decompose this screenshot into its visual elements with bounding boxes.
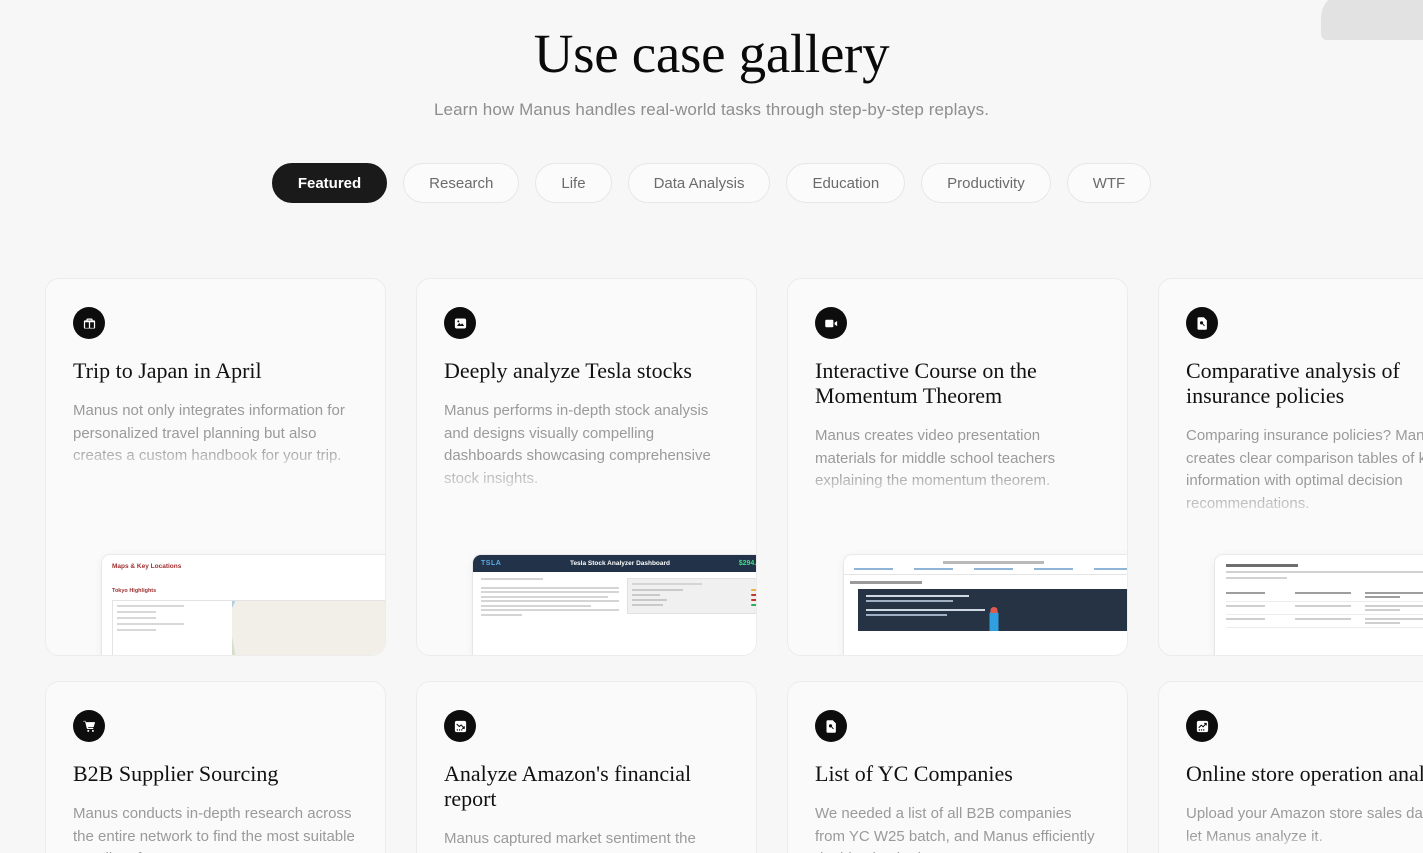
use-case-grid-wrapper: Trip to Japan in April Manus not only int… (45, 278, 1423, 853)
thumb-map (112, 600, 385, 655)
document-search-icon (1186, 307, 1218, 339)
shopping-cart-icon (73, 710, 105, 742)
use-case-card[interactable]: Comparative analysis of insurance polici… (1158, 278, 1423, 656)
use-case-card[interactable]: B2B Supplier Sourcing Manus conducts in-d… (45, 681, 386, 853)
chart-growth-icon (1186, 710, 1218, 742)
use-case-card[interactable]: Interactive Course on the Momentum Theor… (787, 278, 1128, 656)
filter-pill-wtf[interactable]: WTF (1066, 163, 1152, 203)
use-case-gallery-page: Use case gallery Learn how Manus handles… (0, 0, 1423, 853)
card-description: Comparing insurance policies? Manus crea… (1186, 427, 1423, 512)
thumb-price: $294.95 (738, 560, 757, 567)
card-description: Manus not only integrates information fo… (73, 402, 345, 464)
card-thumbnail-area (788, 555, 1127, 655)
card-thumbnail-area: Maps & Key Locations Tokyo Highlights (46, 555, 385, 655)
filter-pill-life[interactable]: Life (535, 163, 612, 203)
category-filter-bar: Featured Research Life Data Analysis Educati… (0, 163, 1423, 203)
card-description: Manus creates video presentation materia… (815, 427, 1056, 489)
card-thumbnail: Maps & Key Locations Tokyo Highlights (102, 555, 385, 655)
table-row (1226, 601, 1423, 615)
thumb-heading: Tesla Stock Analyzer Dashboard (569, 560, 671, 567)
use-case-card[interactable]: Online store operation analysis Upload yo… (1158, 681, 1423, 853)
card-description: Manus conducts in-depth research across … (73, 805, 355, 853)
thumb-subheading: Tokyo Highlights (112, 588, 157, 594)
card-description: Manus captured market sentiment the mome… (444, 830, 697, 853)
card-title: Deeply analyze Tesla stocks (444, 358, 692, 383)
use-case-card[interactable]: List of YC Companies We needed a list of … (787, 681, 1128, 853)
card-title: Online store operation analysis (1186, 761, 1423, 786)
table-row (1226, 614, 1423, 628)
card-thumbnail-area (1159, 555, 1423, 655)
use-case-grid: Trip to Japan in April Manus not only int… (45, 278, 1423, 853)
page-title: Use case gallery (533, 23, 890, 84)
filter-pill-productivity[interactable]: Productivity (921, 163, 1051, 203)
filter-pill-featured[interactable]: Featured (271, 163, 388, 203)
card-title: Analyze Amazon's financial report (444, 761, 692, 811)
briefcase-icon (73, 307, 105, 339)
chart-decline-icon (444, 710, 476, 742)
chart-image-icon (444, 307, 476, 339)
filter-pill-research[interactable]: Research (403, 163, 520, 203)
document-search-icon (815, 710, 847, 742)
use-case-card[interactable]: Trip to Japan in April Manus not only int… (45, 278, 386, 656)
table-row (1226, 589, 1423, 602)
card-description: Manus performs in-depth stock analysis a… (444, 402, 711, 487)
card-title: B2B Supplier Sourcing (73, 761, 279, 786)
card-thumbnail-area: TSLA Tesla Stock Analyzer Dashboard $294.9… (417, 555, 756, 655)
thumb-logo: TSLA (481, 560, 502, 567)
use-case-card[interactable]: Analyze Amazon's financial report Manus c… (416, 681, 757, 853)
card-description: We needed a list of all B2B companies fr… (815, 805, 1095, 853)
card-thumbnail: TSLA Tesla Stock Analyzer Dashboard $294.9… (473, 555, 757, 655)
card-title: Trip to Japan in April (73, 358, 262, 383)
card-title: List of YC Companies (815, 761, 1013, 786)
thumb-heading: Maps & Key Locations (112, 563, 182, 570)
page-subtitle: Learn how Manus handles real-world tasks… (433, 100, 990, 119)
page-header: Use case gallery Learn how Manus handles… (0, 0, 1423, 120)
use-case-card[interactable]: Deeply analyze Tesla stocks Manus perform… (416, 278, 757, 656)
video-presentation-icon (815, 307, 847, 339)
card-thumbnail (1215, 555, 1423, 655)
filter-pill-data-analysis[interactable]: Data Analysis (627, 163, 771, 203)
card-thumbnail (844, 555, 1127, 655)
filter-pill-education[interactable]: Education (786, 163, 906, 203)
card-title: Interactive Course on the Momentum Theor… (815, 358, 1037, 408)
card-title: Comparative analysis of insurance polici… (1186, 358, 1400, 408)
card-description: Upload your Amazon store sales data and … (1186, 805, 1423, 845)
